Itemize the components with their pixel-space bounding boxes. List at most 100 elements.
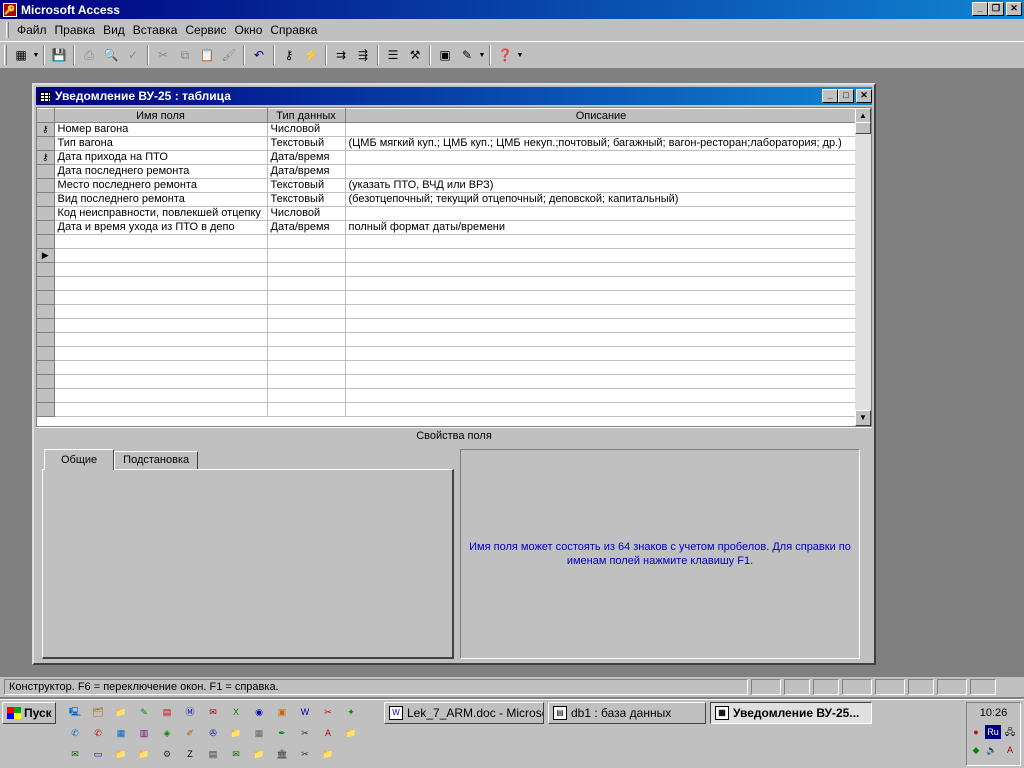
empty-cell[interactable] [54, 234, 268, 249]
empty-cell[interactable] [345, 346, 858, 361]
description-cell[interactable]: (ЦМБ мягкий куп.; ЦМБ куп.; ЦМБ некуп.;п… [345, 136, 858, 151]
quick-launch-icon[interactable]: ◉ [250, 704, 268, 720]
menu-grip[interactable] [6, 22, 9, 38]
quick-launch-icon[interactable]: ▦ [250, 725, 268, 741]
empty-cell[interactable] [54, 388, 268, 403]
data-type-cell[interactable]: Текстовый [267, 178, 346, 193]
table-row[interactable]: Тип вагона Текстовый (ЦМБ мягкий куп.; ЦМБ… [37, 136, 858, 151]
row-selector[interactable] [37, 374, 55, 389]
task-button-word[interactable]: W Lek_7_ARM.doc - Microso... [384, 702, 544, 724]
primary-key-icon[interactable]: ⚷ [278, 44, 300, 66]
quick-launch-icon[interactable]: ▥ [135, 725, 153, 741]
row-selector[interactable] [37, 192, 55, 207]
empty-cell[interactable] [345, 290, 858, 305]
insert-rows-icon[interactable]: ⇉ [330, 44, 352, 66]
row-selector[interactable] [37, 206, 55, 221]
empty-cell[interactable] [345, 318, 858, 333]
table-row[interactable] [37, 276, 858, 291]
table-row[interactable] [37, 332, 858, 347]
quick-launch-icon[interactable]: ✂ [296, 746, 314, 762]
table-row[interactable] [37, 346, 858, 361]
paste-icon[interactable]: 📋 [196, 44, 218, 66]
empty-cell[interactable] [54, 360, 268, 375]
quick-launch-icon[interactable]: 📁 [112, 704, 130, 720]
quick-launch-icon[interactable]: ✂ [319, 704, 337, 720]
current-row-arrow-icon[interactable]: ▶ [37, 248, 55, 263]
description-cell[interactable]: (безотцепочный; текущий отцепочный; депо… [345, 192, 858, 207]
table-row[interactable] [37, 402, 858, 417]
database-window-icon[interactable]: ▣ [434, 44, 456, 66]
quick-launch-icon[interactable]: ▤ [204, 746, 222, 762]
empty-cell[interactable] [267, 402, 346, 417]
quick-launch-icon[interactable]: ✆ [66, 725, 84, 741]
menu-file[interactable]: Файл [13, 23, 51, 37]
menu-insert[interactable]: Вставка [129, 23, 182, 37]
empty-cell[interactable] [54, 248, 268, 263]
row-selector[interactable] [37, 234, 55, 249]
empty-cell[interactable] [54, 290, 268, 305]
description-cell[interactable]: (указать ПТО, ВЧД или ВРЗ) [345, 178, 858, 193]
table-row[interactable]: ▶ [37, 248, 858, 263]
table-row[interactable] [37, 374, 858, 389]
row-selector[interactable] [37, 318, 55, 333]
start-button[interactable]: Пуск [2, 702, 56, 724]
quick-launch-icon[interactable]: ✂ [296, 725, 314, 741]
quick-launch-icon[interactable]: ✎ [135, 704, 153, 720]
task-button-database[interactable]: ▤ db1 : база данных [548, 702, 706, 724]
scroll-down-icon[interactable]: ▼ [855, 410, 871, 426]
quick-launch-icon[interactable]: ✒ [273, 725, 291, 741]
quick-launch-icon[interactable]: ✇ [204, 725, 222, 741]
table-row[interactable] [37, 290, 858, 305]
app-close-button[interactable]: ✕ [1006, 2, 1022, 16]
empty-cell[interactable] [345, 332, 858, 347]
table-row[interactable] [37, 304, 858, 319]
quick-launch-icon[interactable]: ▣ [273, 704, 291, 720]
row-selector[interactable] [37, 402, 55, 417]
empty-cell[interactable] [267, 276, 346, 291]
build-icon[interactable]: ⚡ [300, 44, 322, 66]
table-row[interactable]: Дата и время ухода из ПТО в депо Дата/вре… [37, 220, 858, 235]
empty-cell[interactable] [267, 290, 346, 305]
table-row[interactable]: Код неисправности, повлекшей отцепку Числ… [37, 206, 858, 221]
table-row[interactable] [37, 318, 858, 333]
help-dropdown-icon[interactable]: ▼ [516, 44, 524, 66]
quick-launch-icon[interactable]: ▤ [158, 704, 176, 720]
quick-launch-icon[interactable]: 📁 [135, 746, 153, 762]
description-cell[interactable]: полный формат даты/времени [345, 220, 858, 235]
field-name-cell[interactable]: Вид последнего ремонта [54, 192, 268, 207]
row-selector[interactable] [37, 304, 55, 319]
menu-help[interactable]: Справка [266, 23, 321, 37]
copy-icon[interactable]: ⧉ [174, 44, 196, 66]
clock[interactable]: 10:26 [967, 707, 1020, 719]
empty-cell[interactable] [345, 388, 858, 403]
menu-tools[interactable]: Сервис [181, 23, 230, 37]
empty-cell[interactable] [267, 318, 346, 333]
volume-icon[interactable]: 🔈 [985, 743, 999, 757]
save-icon[interactable]: 💾 [48, 44, 70, 66]
quick-launch-icon[interactable]: ✐ [181, 725, 199, 741]
empty-cell[interactable] [345, 262, 858, 277]
empty-cell[interactable] [54, 374, 268, 389]
quick-launch-icon[interactable]: 📁 [319, 746, 337, 762]
cut-icon[interactable]: ✂ [152, 44, 174, 66]
field-name-cell[interactable]: Дата и время ухода из ПТО в депо [54, 220, 268, 235]
quick-launch-icon[interactable]: ✉ [66, 746, 84, 762]
tab-general[interactable]: Общие [44, 449, 115, 470]
view-dropdown-icon[interactable]: ▼ [32, 44, 40, 66]
table-row[interactable]: Место последнего ремонта Текстовый (указат… [37, 178, 858, 193]
row-selector-header[interactable] [37, 108, 55, 123]
toolbar-grip[interactable] [4, 45, 7, 65]
quick-launch-icon[interactable]: 📁 [112, 746, 130, 762]
data-type-cell[interactable]: Числовой [267, 122, 346, 137]
quick-launch-icon[interactable]: Z [181, 746, 199, 762]
row-selector[interactable] [37, 220, 55, 235]
network-icon[interactable]: 🖧 [1003, 725, 1017, 739]
empty-cell[interactable] [54, 402, 268, 417]
field-name-cell[interactable]: Номер вагона [54, 122, 268, 137]
empty-cell[interactable] [267, 248, 346, 263]
print-preview-icon[interactable]: 🔍 [100, 44, 122, 66]
properties-icon[interactable]: ☰ [382, 44, 404, 66]
data-type-cell[interactable]: Текстовый [267, 192, 346, 207]
row-selector[interactable] [37, 276, 55, 291]
scroll-thumb[interactable] [855, 122, 871, 134]
